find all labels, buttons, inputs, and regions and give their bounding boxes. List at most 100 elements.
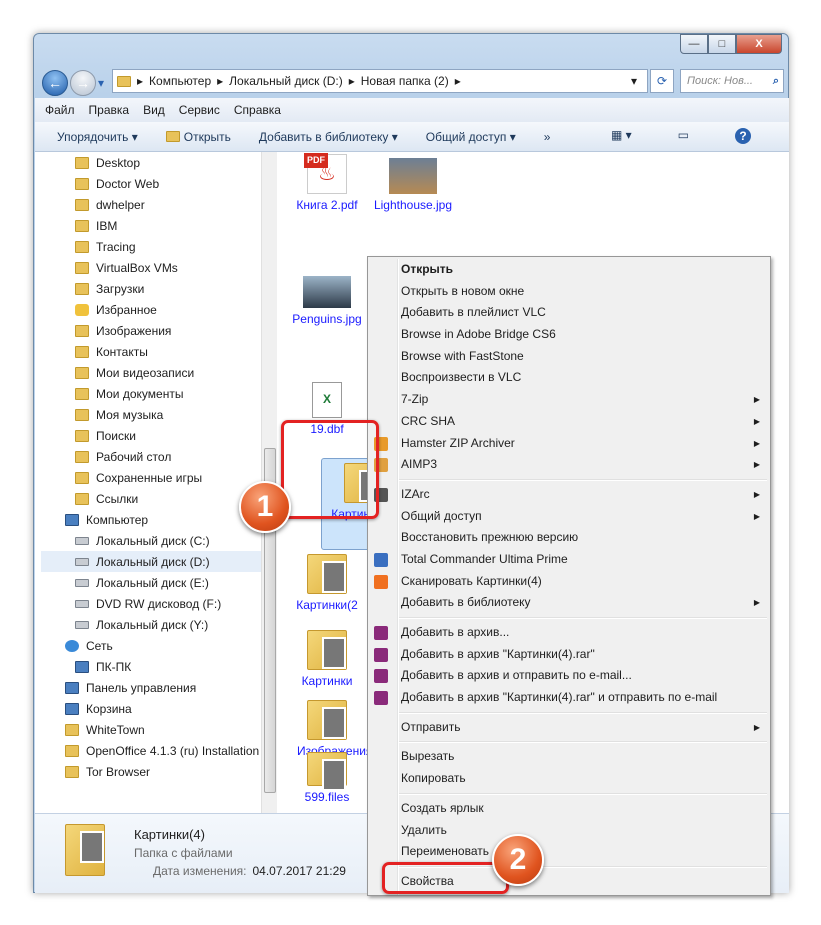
share-button[interactable]: Общий доступ ▾ <box>426 130 516 144</box>
menu-file[interactable]: Файл <box>45 103 75 117</box>
tree-item[interactable]: DVD RW дисковод (F:) <box>41 593 261 614</box>
file-item[interactable]: Картинки(2 <box>287 554 367 613</box>
tree-item[interactable]: Изображения <box>41 320 261 341</box>
context-menu-item[interactable]: Total Commander Ultima Prime <box>368 549 770 571</box>
tree-item[interactable]: VirtualBox VMs <box>41 257 261 278</box>
preview-pane-button[interactable]: ▭ <box>678 128 689 144</box>
context-menu-item[interactable]: Восстановить прежнюю версию <box>368 527 770 549</box>
tree-item-label: Локальный диск (E:) <box>96 576 209 590</box>
tree-item[interactable]: Локальный диск (E:) <box>41 572 261 593</box>
context-menu-item[interactable]: Добавить в архив... <box>368 622 770 644</box>
context-menu-item[interactable]: Добавить в архив "Картинки(4).rar" <box>368 644 770 666</box>
file-item[interactable]: 599.files <box>287 752 367 805</box>
context-menu-item[interactable]: Удалить <box>368 820 770 842</box>
tree-item[interactable]: ПК-ПК <box>41 656 261 677</box>
tree-item[interactable]: Ссылки <box>41 488 261 509</box>
tree-item[interactable]: Мои документы <box>41 383 261 404</box>
context-menu-item[interactable]: Копировать <box>368 768 770 790</box>
context-menu-item[interactable]: Переименовать <box>368 841 770 863</box>
tree-item[interactable]: Сохраненные игры <box>41 467 261 488</box>
context-menu-item[interactable]: CRC SHA▶ <box>368 411 770 433</box>
file-item[interactable]: Penguins.jpg <box>287 276 367 327</box>
recent-pages-dropdown[interactable]: ▾ <box>98 76 104 90</box>
file-item[interactable]: Картинки <box>287 630 367 689</box>
breadcrumb-new-folder[interactable]: Новая папка (2) <box>361 74 449 88</box>
context-menu-item[interactable]: Общий доступ▶ <box>368 506 770 528</box>
menu-edit[interactable]: Правка <box>89 103 130 117</box>
menu-help[interactable]: Справка <box>234 103 281 117</box>
help-button[interactable]: ? <box>735 128 751 144</box>
file-item[interactable]: Lighthouse.jpg <box>373 158 453 213</box>
context-menu-item[interactable]: Browse with FastStone <box>368 346 770 368</box>
tree-item[interactable]: IBM <box>41 215 261 236</box>
tree-item[interactable]: Панель управления <box>41 677 261 698</box>
file-item[interactable]: PDF♨Книга 2.pdf <box>287 154 367 213</box>
menu-item-label: IZArc <box>401 487 430 501</box>
menu-tools[interactable]: Сервис <box>179 103 220 117</box>
network-icon <box>65 640 79 652</box>
context-menu-item[interactable]: Открыть <box>368 259 770 281</box>
breadcrumb-separator[interactable]: ▸ <box>455 74 461 88</box>
submenu-arrow-icon: ▶ <box>754 484 760 506</box>
breadcrumb-computer[interactable]: Компьютер <box>149 74 211 88</box>
tree-item[interactable]: Сеть <box>41 635 261 656</box>
tree-item[interactable]: Корзина <box>41 698 261 719</box>
tree-item[interactable]: Поиски <box>41 425 261 446</box>
tree-item[interactable]: Компьютер <box>41 509 261 530</box>
open-button[interactable]: Открыть <box>166 130 231 144</box>
tree-item[interactable]: Desktop <box>41 152 261 173</box>
context-menu-item[interactable]: Открыть в новом окне <box>368 281 770 303</box>
tree-item[interactable]: Локальный диск (Y:) <box>41 614 261 635</box>
tree-item[interactable]: OpenOffice 4.1.3 (ru) Installation <box>41 740 261 761</box>
breadcrumb-separator[interactable]: ▸ <box>137 74 143 88</box>
context-menu-item[interactable]: Воспроизвести в VLC <box>368 367 770 389</box>
tree-item-label: Tracing <box>96 240 136 254</box>
breadcrumb-separator[interactable]: ▸ <box>217 74 223 88</box>
file-item[interactable]: Изображения <box>297 700 357 759</box>
context-menu-item[interactable]: Сканировать Картинки(4) <box>368 571 770 593</box>
context-menu-item[interactable]: IZArc ▶ <box>368 484 770 506</box>
search-input[interactable]: Поиск: Нов...⌕ <box>680 69 784 93</box>
tree-item[interactable]: WhiteTown <box>41 719 261 740</box>
search-icon[interactable]: ⌕ <box>773 70 779 92</box>
context-menu-item[interactable]: Вырезать <box>368 746 770 768</box>
context-menu-item[interactable]: Создать ярлык <box>368 798 770 820</box>
tree-item[interactable]: Мои видеозаписи <box>41 362 261 383</box>
tree-item[interactable]: Контакты <box>41 341 261 362</box>
menu-view[interactable]: Вид <box>143 103 165 117</box>
maximize-button[interactable]: □ <box>708 34 736 54</box>
context-menu-item[interactable]: Добавить в библиотеку▶ <box>368 592 770 614</box>
context-menu-item[interactable]: Добавить в архив и отправить по e-mail..… <box>368 665 770 687</box>
context-menu-item[interactable]: Hamster ZIP Archiver▶ <box>368 433 770 455</box>
address-bar[interactable]: ▸ Компьютер ▸ Локальный диск (D:) ▸ Нова… <box>112 69 648 93</box>
more-commands-button[interactable]: » <box>544 130 551 144</box>
context-menu-item[interactable]: Отправить▶ <box>368 717 770 739</box>
tree-item[interactable]: Tor Browser <box>41 761 261 782</box>
menu-item-label: CRC SHA <box>401 414 455 428</box>
tree-item[interactable]: Локальный диск (D:) <box>41 551 261 572</box>
context-menu-item[interactable]: Добавить в архив "Картинки(4).rar" и отп… <box>368 687 770 709</box>
tree-item[interactable]: Локальный диск (C:) <box>41 530 261 551</box>
close-button[interactable]: X <box>736 34 782 54</box>
tree-item[interactable]: Рабочий стол <box>41 446 261 467</box>
context-menu-item[interactable]: AIMP3▶ <box>368 454 770 476</box>
organize-button[interactable]: Упорядочить ▾ <box>57 130 138 144</box>
tree-item[interactable]: Tracing <box>41 236 261 257</box>
tree-item[interactable]: Избранное <box>41 299 261 320</box>
tree-item[interactable]: Моя музыка <box>41 404 261 425</box>
breadcrumb-separator[interactable]: ▸ <box>349 74 355 88</box>
context-menu-item[interactable]: 7-Zip▶ <box>368 389 770 411</box>
tree-item[interactable]: Doctor Web <box>41 173 261 194</box>
back-button[interactable]: ← <box>42 70 68 96</box>
minimize-button[interactable]: — <box>680 34 708 54</box>
add-to-library-button[interactable]: Добавить в библиотеку ▾ <box>259 130 398 144</box>
tree-item[interactable]: Загрузки <box>41 278 261 299</box>
refresh-button[interactable]: ⟳ <box>650 69 674 93</box>
context-menu-item[interactable]: Добавить в плейлист VLC <box>368 302 770 324</box>
forward-button[interactable]: → <box>70 70 96 96</box>
change-view-button[interactable]: ▦ ▾ <box>611 128 632 144</box>
tree-item[interactable]: dwhelper <box>41 194 261 215</box>
context-menu-item[interactable]: Browse in Adobe Bridge CS6 <box>368 324 770 346</box>
address-dropdown[interactable]: ▾ <box>631 74 637 88</box>
breadcrumb-drive-d[interactable]: Локальный диск (D:) <box>229 74 343 88</box>
